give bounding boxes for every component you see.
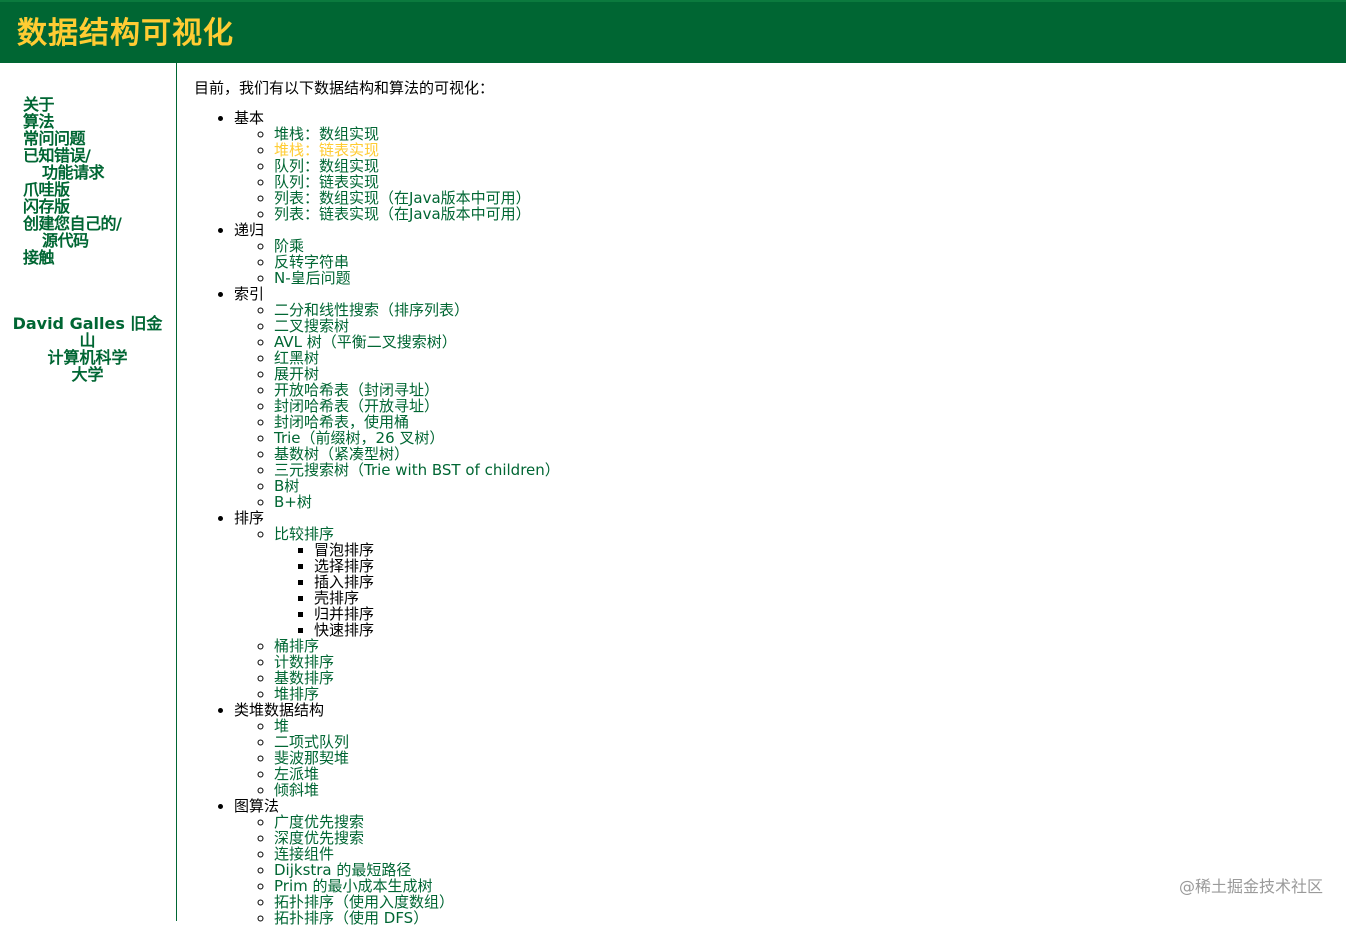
sort-sublist-item[interactable]: 快速排序 — [314, 622, 1334, 638]
nav-link[interactable]: 已知错误/功能请求 — [23, 146, 121, 181]
algorithm-list: 堆栈：数组实现堆栈：链表实现队列：数组实现队列：链表实现列表：数组实现（在Jav… — [234, 126, 1334, 222]
nav-item-faq[interactable]: 常问问题 — [23, 130, 121, 147]
algorithm-item: 比较排序冒泡排序选择排序插入排序壳排序归并排序快速排序 — [274, 526, 1334, 638]
author-line: 计算机科学 — [10, 349, 165, 366]
nav-link-line2: 源代码 — [23, 232, 121, 249]
algorithm-link[interactable]: N-皇后问题 — [274, 269, 351, 287]
algorithm-item: 列表：数组实现（在Java版本中可用） — [274, 190, 1334, 206]
algorithm-item: 展开树 — [274, 366, 1334, 382]
sort-sublist-item[interactable]: 壳排序 — [314, 590, 1334, 606]
algorithm-item: 基数树（紧凑型树） — [274, 446, 1334, 462]
category-list: 基本堆栈：数组实现堆栈：链表实现队列：数组实现队列：链表实现列表：数组实现（在J… — [194, 110, 1334, 926]
nav-link[interactable]: 接触 — [23, 248, 54, 267]
algorithm-item: 桶排序 — [274, 638, 1334, 654]
algorithm-item: 队列：链表实现 — [274, 174, 1334, 190]
author-line: 大学 — [10, 366, 165, 383]
algorithm-item: 二项式队列 — [274, 734, 1334, 750]
site-header: 数据结构可视化 — [0, 0, 1346, 63]
algorithm-item: 斐波那契堆 — [274, 750, 1334, 766]
algorithm-item: 红黑树 — [274, 350, 1334, 366]
algorithm-item: B+树 — [274, 494, 1334, 510]
algorithm-item: 封闭哈希表（开放寻址） — [274, 398, 1334, 414]
algorithm-item: 三元搜索树（Trie with BST of children） — [274, 462, 1334, 478]
nav-link[interactable]: 创建您自己的/源代码 — [23, 214, 121, 249]
algorithm-item: 堆排序 — [274, 686, 1334, 702]
author-credit: David Galles 旧金 山 计算机科学 大学 — [10, 315, 165, 383]
algorithm-link[interactable]: B+树 — [274, 493, 312, 511]
algorithm-link[interactable]: 列表：链表实现（在Java版本中可用） — [274, 205, 531, 223]
author-line: 山 — [10, 332, 165, 349]
algorithm-item: 反转字符串 — [274, 254, 1334, 270]
algorithm-item: 基数排序 — [274, 670, 1334, 686]
algorithm-item: 拓扑排序（使用入度数组） — [274, 894, 1334, 910]
algorithm-link[interactable]: 三元搜索树（Trie with BST of children） — [274, 461, 560, 479]
algorithm-item: 二分和线性搜索（排序列表） — [274, 302, 1334, 318]
algorithm-item: 左派堆 — [274, 766, 1334, 782]
nav-item-create-your-own[interactable]: 创建您自己的/源代码 — [23, 215, 121, 249]
nav-item-java-version[interactable]: 爪哇版 — [23, 181, 121, 198]
algorithm-list: 比较排序冒泡排序选择排序插入排序壳排序归并排序快速排序桶排序计数排序基数排序堆排… — [234, 526, 1334, 702]
algorithm-item: 计数排序 — [274, 654, 1334, 670]
algorithm-item: 封闭哈希表，使用桶 — [274, 414, 1334, 430]
category-item: 类堆数据结构堆二项式队列斐波那契堆左派堆倾斜堆 — [234, 702, 1334, 798]
algorithm-item: 拓扑排序（使用 DFS） — [274, 910, 1334, 926]
algorithm-item: N-皇后问题 — [274, 270, 1334, 286]
algorithm-item: 二叉搜索树 — [274, 318, 1334, 334]
algorithm-item: 开放哈希表（封闭寻址） — [274, 382, 1334, 398]
algorithm-list: 二分和线性搜索（排序列表）二叉搜索树AVL 树（平衡二叉搜索树）红黑树展开树开放… — [234, 302, 1334, 510]
sort-sublist-item[interactable]: 归并排序 — [314, 606, 1334, 622]
nav-item-about[interactable]: 关于 — [23, 96, 121, 113]
sort-sublist-item[interactable]: 插入排序 — [314, 574, 1334, 590]
algorithm-list: 堆二项式队列斐波那契堆左派堆倾斜堆 — [234, 718, 1334, 798]
algorithm-link[interactable]: 拓扑排序（使用 DFS） — [274, 909, 428, 927]
algorithm-item: 连接组件 — [274, 846, 1334, 862]
sort-sublist: 冒泡排序选择排序插入排序壳排序归并排序快速排序 — [274, 542, 1334, 638]
algorithm-item: 列表：链表实现（在Java版本中可用） — [274, 206, 1334, 222]
algorithm-item: 堆栈：链表实现 — [274, 142, 1334, 158]
main-content: 目前，我们有以下数据结构和算法的可视化： 基本堆栈：数组实现堆栈：链表实现队列：… — [194, 78, 1334, 926]
nav-item-contact[interactable]: 接触 — [23, 249, 121, 266]
algorithm-item: B树 — [274, 478, 1334, 494]
algorithm-item: 堆栈：数组实现 — [274, 126, 1334, 142]
intro-text: 目前，我们有以下数据结构和算法的可视化： — [194, 78, 1334, 98]
sort-sublist-item[interactable]: 选择排序 — [314, 558, 1334, 574]
algorithm-item: 深度优先搜索 — [274, 830, 1334, 846]
nav-item-algorithms[interactable]: 算法 — [23, 113, 121, 130]
category-item: 索引二分和线性搜索（排序列表）二叉搜索树AVL 树（平衡二叉搜索树）红黑树展开树… — [234, 286, 1334, 510]
algorithm-item: AVL 树（平衡二叉搜索树） — [274, 334, 1334, 350]
algorithm-link[interactable]: 倾斜堆 — [274, 781, 319, 799]
site-title: 数据结构可视化 — [17, 14, 234, 54]
author-line: David Galles 旧金 — [10, 315, 165, 332]
category-item: 排序比较排序冒泡排序选择排序插入排序壳排序归并排序快速排序桶排序计数排序基数排序… — [234, 510, 1334, 702]
algorithm-list: 阶乘反转字符串N-皇后问题 — [234, 238, 1334, 286]
nav-link-line2: 功能请求 — [23, 164, 121, 181]
nav-item-flash-version[interactable]: 闪存版 — [23, 198, 121, 215]
algorithm-item: 堆 — [274, 718, 1334, 734]
category-item: 递归阶乘反转字符串N-皇后问题 — [234, 222, 1334, 286]
algorithm-list: 广度优先搜索深度优先搜索连接组件Dijkstra 的最短路径Prim 的最小成本… — [234, 814, 1334, 926]
nav-item-known-bugs[interactable]: 已知错误/功能请求 — [23, 147, 121, 181]
sidebar-nav: 关于 算法 常问问题 已知错误/功能请求 爪哇版 闪存版 创建您自己的/源代码 … — [23, 96, 121, 266]
sidebar: 关于 算法 常问问题 已知错误/功能请求 爪哇版 闪存版 创建您自己的/源代码 … — [0, 63, 177, 921]
category-item: 基本堆栈：数组实现堆栈：链表实现队列：数组实现队列：链表实现列表：数组实现（在J… — [234, 110, 1334, 222]
algorithm-item: Prim 的最小成本生成树 — [274, 878, 1334, 894]
algorithm-item: 阶乘 — [274, 238, 1334, 254]
algorithm-item: Trie（前缀树，26 叉树） — [274, 430, 1334, 446]
category-item: 图算法广度优先搜索深度优先搜索连接组件Dijkstra 的最短路径Prim 的最… — [234, 798, 1334, 926]
watermark: @稀土掘金技术社区 — [1179, 873, 1323, 897]
algorithm-item: 倾斜堆 — [274, 782, 1334, 798]
algorithm-item: 队列：数组实现 — [274, 158, 1334, 174]
sort-sublist-item[interactable]: 冒泡排序 — [314, 542, 1334, 558]
algorithm-item: Dijkstra 的最短路径 — [274, 862, 1334, 878]
algorithm-item: 广度优先搜索 — [274, 814, 1334, 830]
